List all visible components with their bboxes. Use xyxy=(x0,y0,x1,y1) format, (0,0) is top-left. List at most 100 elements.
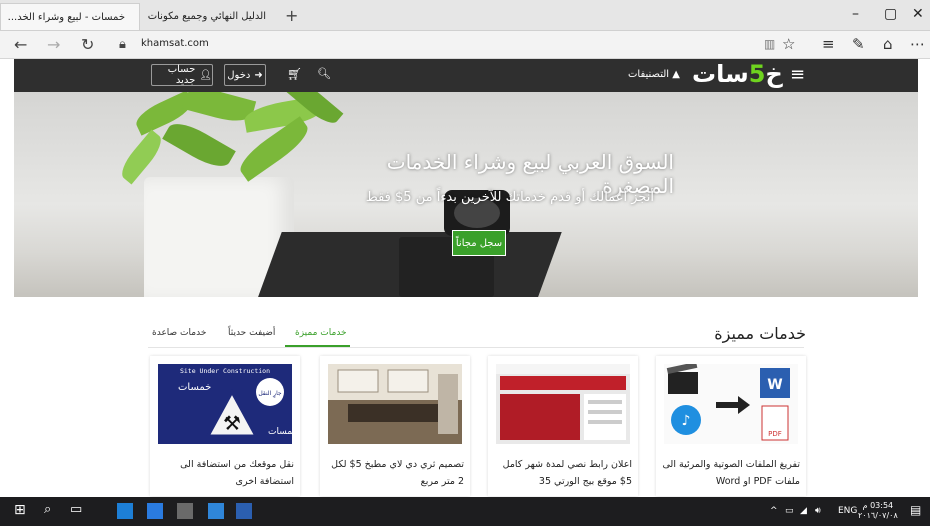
service-title[interactable]: تصميم ثري دي لاي مطبخ 5$ لكل 2 متر مربع xyxy=(326,456,464,490)
plant-leaf xyxy=(162,116,236,174)
tab-guide[interactable]: الدليل النهائي وجميع مكونات xyxy=(140,3,280,30)
new-tab-button[interactable]: + xyxy=(285,6,298,25)
reading-view-icon[interactable]: ▥ xyxy=(764,37,775,51)
web-note-icon[interactable]: ✎ xyxy=(852,35,865,53)
login-label: دخول xyxy=(227,69,251,81)
login-button[interactable]: ➜ دخول xyxy=(224,64,266,86)
logo-five: 5 xyxy=(748,60,766,88)
tab-title: خمسات - لبيع وشراء الخد... xyxy=(7,11,125,23)
network-icon[interactable]: ◢ xyxy=(800,506,807,516)
kitchen-cabinet xyxy=(387,369,429,393)
system-clock[interactable]: 03:54 م ٢٠١٦/٠٧/٠٨ xyxy=(858,501,898,521)
favorite-star-icon[interactable]: ☆ xyxy=(782,35,795,53)
service-title[interactable]: نقل موقعك من استضافة الى استضافة اخرى xyxy=(156,456,294,490)
maximize-button[interactable]: ▢ xyxy=(884,6,897,22)
hub-icon[interactable]: ≡ xyxy=(822,35,835,53)
kitchen-render-illustration xyxy=(328,364,462,444)
share-icon[interactable]: ⌂ xyxy=(883,35,893,53)
worker-icon: ⚒ xyxy=(223,411,241,435)
service-title[interactable]: اعلان رابط نصي لمدة شهر كامل 5$ موقع بيج… xyxy=(494,456,632,490)
sidebar-line xyxy=(588,410,622,414)
service-thumbnail: ♪ W PDF xyxy=(664,364,798,444)
register-label: حساب جديد xyxy=(167,64,196,86)
notification-icon[interactable]: ▤ xyxy=(910,503,921,517)
lock-icon: 🔒︎ xyxy=(119,37,126,52)
volume-icon[interactable]: 🔊︎ xyxy=(815,506,821,516)
outlook-icon[interactable] xyxy=(208,503,224,519)
service-thumbnail xyxy=(328,364,462,444)
forward-arrow-icon[interactable]: → xyxy=(47,35,60,54)
close-window-button[interactable]: ✕ xyxy=(912,6,924,22)
clock-date: ٢٠١٦/٠٧/٠٨ xyxy=(858,511,898,520)
site-banner xyxy=(500,394,580,440)
minimize-button[interactable]: – xyxy=(852,6,859,22)
register-button[interactable]: 👤︎ حساب جديد xyxy=(151,64,213,86)
kitchen-cabinet xyxy=(337,369,379,393)
refresh-icon[interactable]: ↻ xyxy=(81,35,94,54)
back-arrow-icon[interactable]: ← xyxy=(14,35,27,54)
tab-recently-added[interactable]: أضيفت حديثاً xyxy=(228,328,275,338)
browser-tab-strip: خمسات - لبيع وشراء الخد... ✕ الدليل النه… xyxy=(0,0,930,31)
service-card[interactable]: تصميم ثري دي لاي مطبخ 5$ لكل 2 متر مربع xyxy=(320,356,470,496)
site-navbar xyxy=(500,376,626,390)
battery-icon: ▭ xyxy=(785,506,794,516)
windows-start-icon[interactable]: ⊞ xyxy=(14,502,30,518)
kitchen-fridge xyxy=(438,374,458,434)
url-field[interactable]: khamsat.com xyxy=(141,38,209,49)
task-view-icon[interactable]: ▭ xyxy=(70,502,86,518)
service-thumbnail: Site Under Construction خمسات ⚒ جارٍ الن… xyxy=(158,364,292,444)
section-divider xyxy=(148,347,804,348)
website-screenshot-illustration xyxy=(496,364,630,440)
menu-icon[interactable]: ≡ xyxy=(790,64,805,85)
tab-rising-services[interactable]: خدمات صاعدة xyxy=(152,328,206,338)
tab-featured-services[interactable]: خدمات مميزة xyxy=(295,328,347,338)
brand-text-small: خمسات xyxy=(268,427,292,437)
tag-icon: ▲ xyxy=(672,69,680,80)
section-title: خدمات مميزة xyxy=(714,324,806,343)
word-app-icon[interactable] xyxy=(236,503,252,519)
windows-taskbar: ⊞ ⌕ ▭ ^ ▭ ◢ 🔊︎ ENG 03:54 م ٢٠١٦/٠٧/٠٨ ▤ xyxy=(0,497,930,526)
arrow-right-icon xyxy=(738,396,750,414)
address-bar: ← → ↻ 🔒︎ khamsat.com ▥ ☆ ≡ ✎ ⌂ ⋯ xyxy=(0,31,930,59)
calculator-icon[interactable] xyxy=(177,503,193,519)
sidebar-line xyxy=(588,420,622,424)
service-card[interactable]: اعلان رابط نصي لمدة شهر كامل 5$ موقع بيج… xyxy=(488,356,638,496)
service-thumbnail xyxy=(496,364,630,444)
service-card[interactable]: Site Under Construction خمسات ⚒ جارٍ الن… xyxy=(150,356,300,496)
hero-banner: السوق العربي لبيع وشراء الخدمات المصغرة … xyxy=(14,92,918,297)
logo-prefix: خ xyxy=(765,60,783,88)
categories-label: التصنيفات xyxy=(628,69,670,80)
search-icon[interactable]: 🔍︎ xyxy=(317,67,331,80)
word-letter: W xyxy=(767,377,782,393)
search-icon[interactable]: ⌕ xyxy=(44,502,60,518)
file-conversion-illustration: ♪ W PDF xyxy=(666,364,790,441)
brand-text: خمسات xyxy=(178,382,211,393)
tab-title: الدليل النهائي وجميع مكونات xyxy=(147,11,266,22)
cart-icon[interactable]: 🛒︎ xyxy=(287,67,302,81)
construction-text: Site Under Construction xyxy=(180,367,270,375)
kitchen-counter xyxy=(348,404,438,422)
categories-link[interactable]: ▲ التصنيفات xyxy=(628,69,680,80)
more-icon[interactable]: ⋯ xyxy=(910,35,925,53)
site-topbar xyxy=(496,364,630,374)
arrow-body xyxy=(716,402,738,408)
active-tab-indicator xyxy=(285,345,350,347)
logo-suffix: سات xyxy=(692,60,749,88)
khamsat-logo[interactable]: خ5سات xyxy=(692,60,783,88)
register-free-button[interactable]: سجل مجاناً xyxy=(452,230,506,256)
language-indicator[interactable]: ENG xyxy=(838,506,857,516)
tab-khamsat[interactable]: خمسات - لبيع وشراء الخد... ✕ xyxy=(0,3,140,30)
sign-in-icon: ➜ xyxy=(254,69,263,81)
music-note-icon: ♪ xyxy=(682,413,691,429)
service-title[interactable]: تفريغ الملفات الصوتية والمرئية الى ملفات… xyxy=(662,456,800,490)
service-card[interactable]: ♪ W PDF تفريغ الملفات الصوتية والمرئية ا… xyxy=(656,356,806,496)
site-header: 👤︎ حساب جديد ➜ دخول 🛒︎ 🔍︎ ▲ التصنيفات خ5… xyxy=(14,59,918,92)
pdf-label: PDF xyxy=(768,430,782,438)
store-icon[interactable] xyxy=(147,503,163,519)
user-icon: 👤︎ xyxy=(199,69,212,81)
tray-up-arrow-icon[interactable]: ^ xyxy=(770,506,778,516)
edge-browser-icon[interactable] xyxy=(117,503,133,519)
site-under-construction-illustration: Site Under Construction خمسات ⚒ جارٍ الن… xyxy=(178,367,292,438)
hero-subtitle: أنجز أعمالك أو قدم خدماتك للآخرين بدءاً … xyxy=(365,190,654,205)
sidebar-line xyxy=(588,400,622,404)
